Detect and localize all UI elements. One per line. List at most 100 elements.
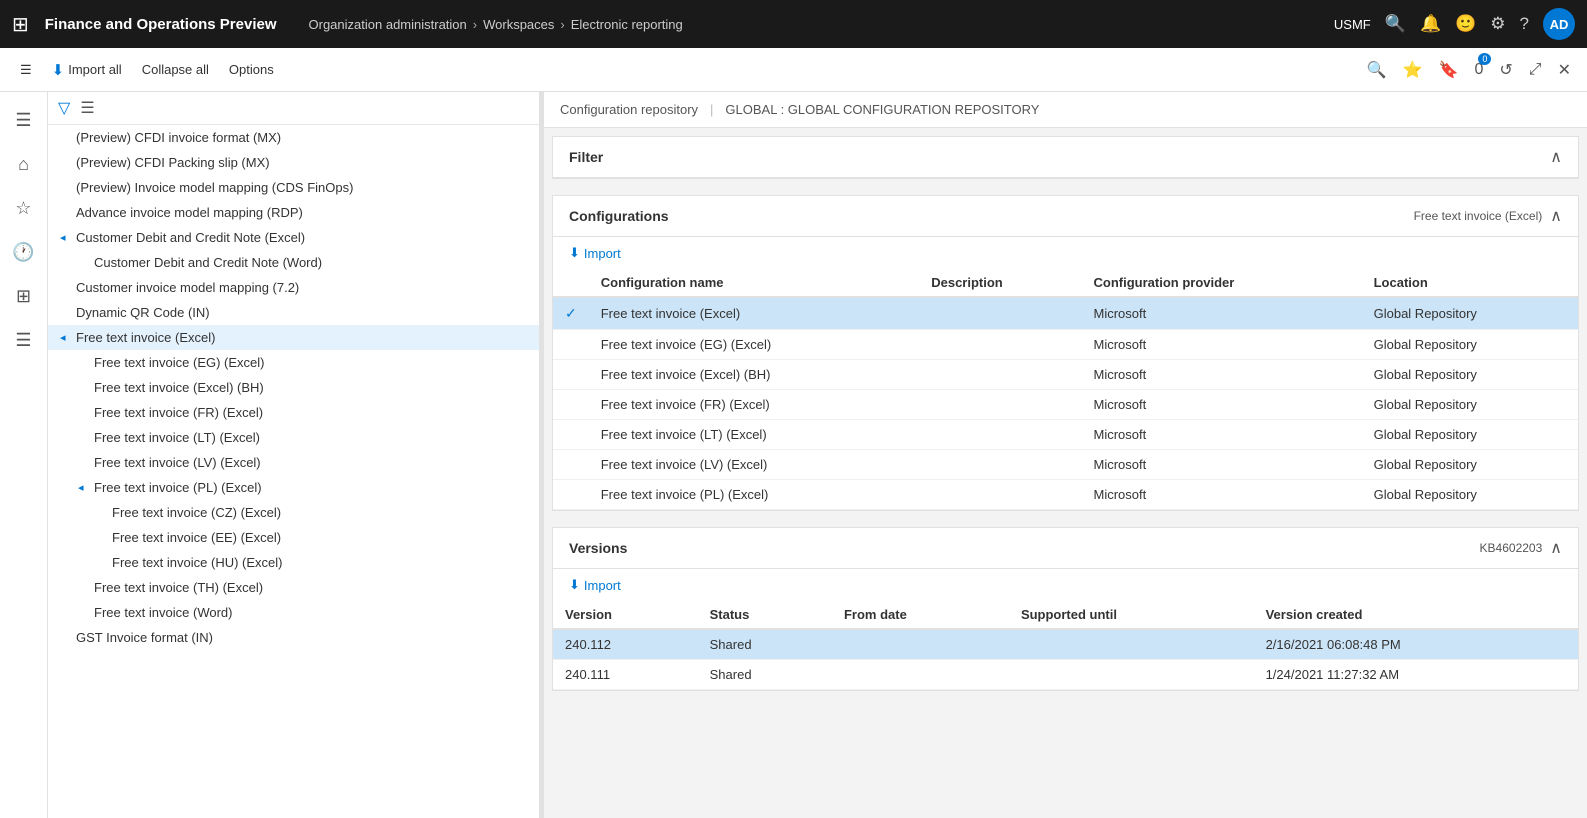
table-row[interactable]: Free text invoice (PL) (Excel) Microsoft… xyxy=(553,480,1578,510)
tree-item[interactable]: Free text invoice (LT) (Excel) xyxy=(48,425,539,450)
tree-item[interactable]: Free text invoice (EE) (Excel) xyxy=(48,525,539,550)
sidebar-icon-favorites[interactable]: ☆ xyxy=(4,188,44,228)
tree-item-label: (Preview) Invoice model mapping (CDS Fin… xyxy=(76,180,527,195)
row-check xyxy=(553,420,589,450)
table-row[interactable]: Free text invoice (EG) (Excel) Microsoft… xyxy=(553,330,1578,360)
tree-item-label: Free text invoice (Excel) xyxy=(76,330,527,345)
tree-item[interactable]: ◂Free text invoice (PL) (Excel) xyxy=(48,475,539,500)
options-btn[interactable]: Options xyxy=(221,58,282,81)
tree-item[interactable]: Free text invoice (TH) (Excel) xyxy=(48,575,539,600)
tree-item-label: Customer invoice model mapping (7.2) xyxy=(76,280,527,295)
tree-item[interactable]: Free text invoice (CZ) (Excel) xyxy=(48,500,539,525)
toolbar-bookmark-btn[interactable]: 🔖 xyxy=(1435,56,1463,84)
table-row[interactable]: 240.111 Shared 1/24/2021 11:27:32 AM xyxy=(553,660,1578,690)
toolbar-expand-btn[interactable]: ⤢ xyxy=(1525,57,1546,83)
row-supported-until xyxy=(1009,629,1254,660)
tree-chevron-expanded: ◂ xyxy=(78,481,94,494)
tree-item-label: Free text invoice (Word) xyxy=(94,605,527,620)
filter-section-title: Filter xyxy=(569,149,1550,165)
filter-collapse-btn[interactable]: ∧ xyxy=(1550,147,1562,167)
sidebar-icon-workspaces[interactable]: ⊞ xyxy=(4,276,44,316)
tree-item[interactable]: Free text invoice (HU) (Excel) xyxy=(48,550,539,575)
tree-item[interactable]: Free text invoice (LV) (Excel) xyxy=(48,450,539,475)
row-version-created: 1/24/2021 11:27:32 AM xyxy=(1254,660,1578,690)
configurations-section: Configurations Free text invoice (Excel)… xyxy=(552,195,1579,511)
search-icon-btn[interactable]: 🔍 xyxy=(1385,14,1406,34)
tree-item[interactable]: Customer Debit and Credit Note (Word) xyxy=(48,250,539,275)
breadcrumb-org-admin[interactable]: Organization administration xyxy=(309,17,467,32)
configurations-right-label: Free text invoice (Excel) xyxy=(1414,209,1543,223)
collapse-all-btn[interactable]: Collapse all xyxy=(134,58,217,81)
content-header-sep: | xyxy=(710,102,713,117)
breadcrumb-sep-2: › xyxy=(560,17,564,32)
sidebar-icon-home[interactable]: ⌂ xyxy=(4,144,44,184)
sidebar-icon-recent[interactable]: 🕐 xyxy=(4,232,44,272)
help-icon-btn[interactable]: ? xyxy=(1520,14,1529,34)
import-all-btn[interactable]: ⬇ Import all xyxy=(44,57,130,83)
row-description xyxy=(919,297,1081,330)
table-row[interactable]: Free text invoice (FR) (Excel) Microsoft… xyxy=(553,390,1578,420)
tree-item[interactable]: (Preview) CFDI Packing slip (MX) xyxy=(48,150,539,175)
tree-item[interactable]: Free text invoice (Word) xyxy=(48,600,539,625)
tree-item[interactable]: Free text invoice (FR) (Excel) xyxy=(48,400,539,425)
tree-item-label: Free text invoice (Excel) (BH) xyxy=(94,380,527,395)
toolbar-right: 🔍 ⭐ 🔖 00 ↺ ⤢ ✕ xyxy=(1363,56,1575,84)
tree-item[interactable]: (Preview) CFDI invoice format (MX) xyxy=(48,125,539,150)
tree-item[interactable]: Free text invoice (Excel) (BH) xyxy=(48,375,539,400)
sidebar-icon-menu[interactable]: ☰ xyxy=(4,100,44,140)
row-status: Shared xyxy=(698,660,832,690)
sidebar-icon-modules[interactable]: ☰ xyxy=(4,320,44,360)
toolbar-close-btn[interactable]: ✕ xyxy=(1554,56,1575,84)
table-row[interactable]: ✓ Free text invoice (Excel) Microsoft Gl… xyxy=(553,297,1578,330)
tree-item[interactable]: Advance invoice model mapping (RDP) xyxy=(48,200,539,225)
row-provider: Microsoft xyxy=(1082,450,1362,480)
toolbar-search-btn[interactable]: 🔍 xyxy=(1363,56,1391,84)
row-description xyxy=(919,420,1081,450)
tree-item-label: Customer Debit and Credit Note (Word) xyxy=(94,255,527,270)
configurations-tbody: ✓ Free text invoice (Excel) Microsoft Gl… xyxy=(553,297,1578,510)
configurations-collapse-btn[interactable]: ∧ xyxy=(1550,206,1562,226)
table-row[interactable]: Free text invoice (LT) (Excel) Microsoft… xyxy=(553,420,1578,450)
versions-section-header[interactable]: Versions KB4602203 ∧ xyxy=(553,528,1578,569)
tree-container: (Preview) CFDI invoice format (MX)(Previ… xyxy=(48,125,539,650)
tree-item[interactable]: ◂Free text invoice (Excel) xyxy=(48,325,539,350)
breadcrumb-electronic-reporting[interactable]: Electronic reporting xyxy=(571,17,683,32)
tree-item-label: Free text invoice (FR) (Excel) xyxy=(94,405,527,420)
row-from-date xyxy=(832,629,1009,660)
breadcrumb-workspaces[interactable]: Workspaces xyxy=(483,17,554,32)
user-avatar[interactable]: AD xyxy=(1543,8,1575,40)
configurations-section-header[interactable]: Configurations Free text invoice (Excel)… xyxy=(553,196,1578,237)
table-row[interactable]: 240.112 Shared 2/16/2021 06:08:48 PM xyxy=(553,629,1578,660)
tree-item[interactable]: Dynamic QR Code (IN) xyxy=(48,300,539,325)
tree-item[interactable]: ◂Customer Debit and Credit Note (Excel) xyxy=(48,225,539,250)
versions-section-title: Versions xyxy=(569,540,1480,556)
versions-section: Versions KB4602203 ∧ ⬇ Import Version St… xyxy=(552,527,1579,691)
settings-icon-btn[interactable]: ⚙ xyxy=(1490,14,1505,34)
content-breadcrumb: Configuration repository | GLOBAL : GLOB… xyxy=(544,92,1587,128)
tree-item[interactable]: Customer invoice model mapping (7.2) xyxy=(48,275,539,300)
versions-collapse-btn[interactable]: ∧ xyxy=(1550,538,1562,558)
configurations-import-btn[interactable]: ⬇ Import xyxy=(553,237,637,269)
tree-item[interactable]: GST Invoice format (IN) xyxy=(48,625,539,650)
table-row[interactable]: Free text invoice (LV) (Excel) Microsoft… xyxy=(553,450,1578,480)
tree-item[interactable]: Free text invoice (EG) (Excel) xyxy=(48,350,539,375)
filter-section-header[interactable]: Filter ∧ xyxy=(553,137,1578,178)
row-status: Shared xyxy=(698,629,832,660)
toolbar-refresh-btn[interactable]: ↺ xyxy=(1495,56,1516,84)
toolbar-badge-btn[interactable]: 00 xyxy=(1470,57,1487,83)
emoji-icon-btn[interactable]: 🙂 xyxy=(1455,14,1476,34)
sidebar-icons: ☰ ⌂ ☆ 🕐 ⊞ ☰ xyxy=(0,92,48,818)
notification-icon-btn[interactable]: 🔔 xyxy=(1420,14,1441,34)
versions-import-icon: ⬇ xyxy=(569,577,580,593)
hamburger-btn[interactable]: ☰ xyxy=(12,58,40,82)
row-description xyxy=(919,390,1081,420)
col-status: Status xyxy=(698,601,832,629)
tree-item-label: Advance invoice model mapping (RDP) xyxy=(76,205,527,220)
versions-import-btn[interactable]: ⬇ Import xyxy=(553,569,637,601)
row-description xyxy=(919,330,1081,360)
toolbar-star-btn[interactable]: ⭐ xyxy=(1399,56,1427,84)
tree-item[interactable]: (Preview) Invoice model mapping (CDS Fin… xyxy=(48,175,539,200)
table-row[interactable]: Free text invoice (Excel) (BH) Microsoft… xyxy=(553,360,1578,390)
grid-menu-icon[interactable]: ⊞ xyxy=(12,12,29,37)
row-provider: Microsoft xyxy=(1082,420,1362,450)
